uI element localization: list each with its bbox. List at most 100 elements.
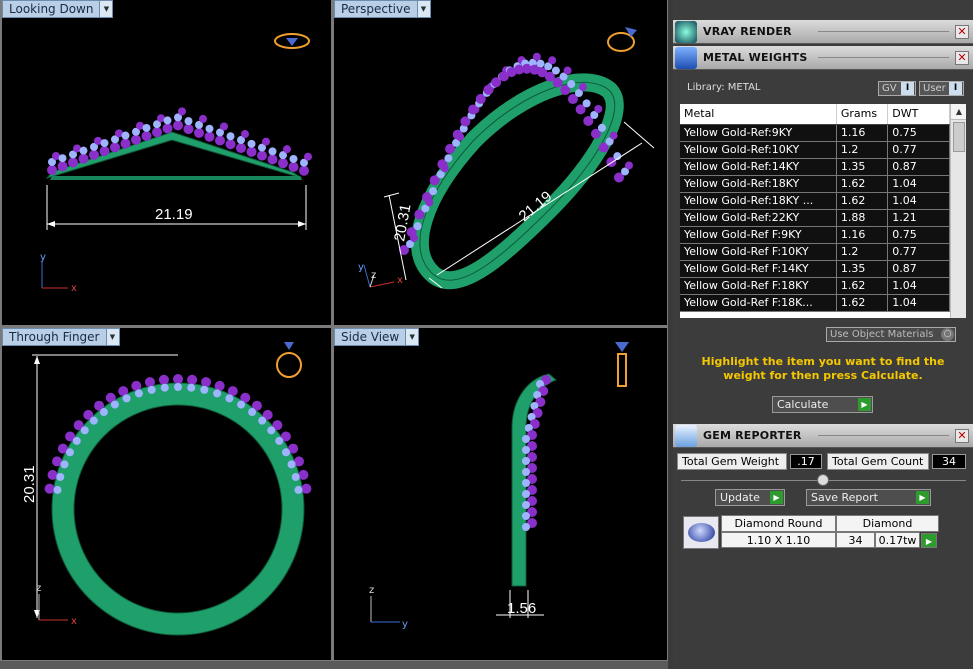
gem-stone: [80, 426, 89, 435]
gem-stone: [247, 139, 256, 148]
viewport-area: 21.19 y x Looking Down ▼ 21.19 20.31 y z…: [0, 0, 668, 669]
table-cell: 1.35: [836, 260, 889, 278]
save-report-label: Save Report: [811, 491, 878, 504]
vray-render-header[interactable]: VRAY RENDER ✕: [673, 20, 973, 44]
gem-stone: [522, 468, 530, 476]
gem-stone: [183, 124, 194, 135]
calculate-button[interactable]: Calculate ▶: [772, 396, 873, 413]
table-row[interactable]: Yellow Gold-Ref:22KY 1.88 1.21: [680, 209, 950, 227]
gem-stone: [282, 448, 291, 457]
chevron-down-icon[interactable]: ▼: [99, 1, 113, 17]
viewport-perspective[interactable]: 21.19 20.31 y z x Perspective ▼: [334, 0, 667, 325]
close-icon[interactable]: ✕: [955, 25, 969, 39]
looking-down-drawing: 21.19 y x: [40, 33, 312, 294]
viewport-tab-label: Side View: [341, 330, 400, 344]
total-gem-weight-label: Total Gem Weight: [677, 453, 787, 470]
gem-stone: [289, 154, 298, 163]
use-object-materials-toggle[interactable]: Use Object Materials ○: [826, 327, 956, 342]
table-cell: 0.75: [887, 124, 950, 142]
chevron-down-icon[interactable]: ▼: [416, 1, 430, 17]
through-finger-dimension: 20.31: [21, 465, 38, 503]
gem-stone: [283, 145, 291, 154]
table-row[interactable]: Yellow Gold-Ref F:18K... 1.62 1.04: [680, 294, 950, 312]
viewport-tab-side-view[interactable]: Side View ▼: [334, 328, 420, 346]
gem-stone: [131, 134, 141, 145]
viewport-tab-through-finger[interactable]: Through Finger ▼: [2, 328, 120, 346]
table-cell: 1.21: [887, 209, 950, 227]
gem-stone: [291, 472, 300, 481]
gem-slider-handle[interactable]: [817, 474, 829, 486]
viewport-side-view[interactable]: 1.56 z y Side View ▼: [334, 328, 667, 660]
table-row[interactable]: Yellow Gold-Ref:10KY 1.2 0.77: [680, 141, 950, 159]
column-header-grams[interactable]: Grams: [836, 104, 889, 125]
axis-z-label: z: [371, 270, 376, 281]
chevron-down-icon[interactable]: ▼: [405, 329, 419, 345]
gem-stone: [147, 385, 156, 394]
axis-x-label: x: [397, 275, 403, 286]
looking-down-dimension: 21.19: [155, 206, 193, 223]
user-label: User: [923, 83, 946, 94]
table-cell: Yellow Gold-Ref:22KY: [680, 209, 837, 227]
close-icon[interactable]: ✕: [955, 429, 969, 443]
axis-z-label: z: [369, 585, 374, 596]
table-scrollbar[interactable]: ▲: [950, 104, 966, 318]
table-row[interactable]: Yellow Gold-Ref F:9KY 1.16 0.75: [680, 226, 950, 244]
gem-stone: [44, 483, 55, 494]
table-row[interactable]: Yellow Gold-Ref:14KY 1.35 0.87: [680, 158, 950, 176]
gem-stone: [200, 385, 209, 394]
column-header-metal[interactable]: Metal: [680, 104, 837, 125]
viewport-tab-looking-down[interactable]: Looking Down ▼: [2, 0, 114, 18]
gem-stone: [99, 146, 110, 157]
scroll-up-icon[interactable]: ▲: [951, 104, 966, 120]
viewport-tab-label: Through Finger: [9, 330, 100, 344]
play-icon: ▶: [858, 398, 871, 411]
gem-stone: [184, 117, 193, 126]
gem-stone: [551, 66, 560, 75]
total-gem-count-label: Total Gem Count: [827, 453, 929, 470]
side-view-drawing: 1.56 z y: [369, 342, 629, 630]
gv-toggle[interactable]: GV I: [878, 81, 916, 96]
table-cell: Yellow Gold-Ref F:10KY: [680, 243, 837, 261]
metal-weights-header[interactable]: METAL WEIGHTS ✕: [673, 46, 973, 70]
gem-stone: [110, 400, 119, 409]
gem-stone: [444, 154, 453, 163]
gem-stone: [522, 457, 530, 465]
table-row[interactable]: Yellow Gold-Ref F:14KY 1.35 0.87: [680, 260, 950, 278]
gem-stone: [301, 483, 312, 494]
side-view-dimension: 1.56: [507, 600, 536, 617]
close-icon[interactable]: ✕: [955, 51, 969, 65]
table-row[interactable]: Yellow Gold-Ref F:10KY 1.2 0.77: [680, 243, 950, 261]
scroll-thumb[interactable]: [953, 122, 965, 152]
gem-stone: [47, 165, 57, 175]
table-row[interactable]: Yellow Gold-Ref:18KY 1.62 1.04: [680, 175, 950, 193]
table-cell: 1.62: [836, 192, 889, 210]
update-button[interactable]: Update ▶: [715, 489, 785, 506]
metal-table[interactable]: Metal Grams DWT Yellow Gold-Ref:9KY 1.16 0.7…: [680, 104, 966, 318]
gem-reporter-header[interactable]: GEM REPORTER ✕: [673, 424, 973, 448]
user-toggle[interactable]: User I: [919, 81, 964, 96]
viewport-through-finger[interactable]: 20.31 z x Through Finger ▼: [2, 328, 331, 660]
column-header-dwt[interactable]: DWT: [887, 104, 950, 125]
play-icon[interactable]: ▶: [921, 533, 937, 548]
table-cell: 1.35: [836, 158, 889, 176]
table-row[interactable]: Yellow Gold-Ref F:18KY 1.62 1.04: [680, 277, 950, 295]
perspective-drawing: 21.19 20.31 y z x: [358, 27, 655, 290]
gem-stone: [548, 56, 557, 65]
gem-stone: [194, 127, 204, 138]
gem-list-item[interactable]: Diamond Round Diamond 1.10 X 1.10 34 0.1…: [681, 514, 947, 550]
report-icon: [675, 424, 697, 447]
save-report-button[interactable]: Save Report ▶: [806, 489, 931, 506]
ring-preview-icon: [274, 33, 310, 49]
gem-stone: [79, 146, 88, 155]
chevron-down-icon[interactable]: ▼: [105, 329, 119, 345]
gem-stone: [47, 469, 58, 480]
gem-stone: [99, 408, 108, 417]
gem-stone: [178, 107, 186, 116]
viewport-tab-perspective[interactable]: Perspective ▼: [334, 0, 431, 18]
gem-stone: [100, 139, 109, 148]
table-row[interactable]: Yellow Gold-Ref:18KY ... 1.62 1.04: [680, 192, 950, 210]
viewport-looking-down[interactable]: 21.19 y x Looking Down ▼: [2, 0, 331, 325]
gem-stone: [258, 416, 267, 425]
table-row[interactable]: Yellow Gold-Ref:9KY 1.16 0.75: [680, 124, 950, 142]
gem-stone: [162, 123, 173, 134]
